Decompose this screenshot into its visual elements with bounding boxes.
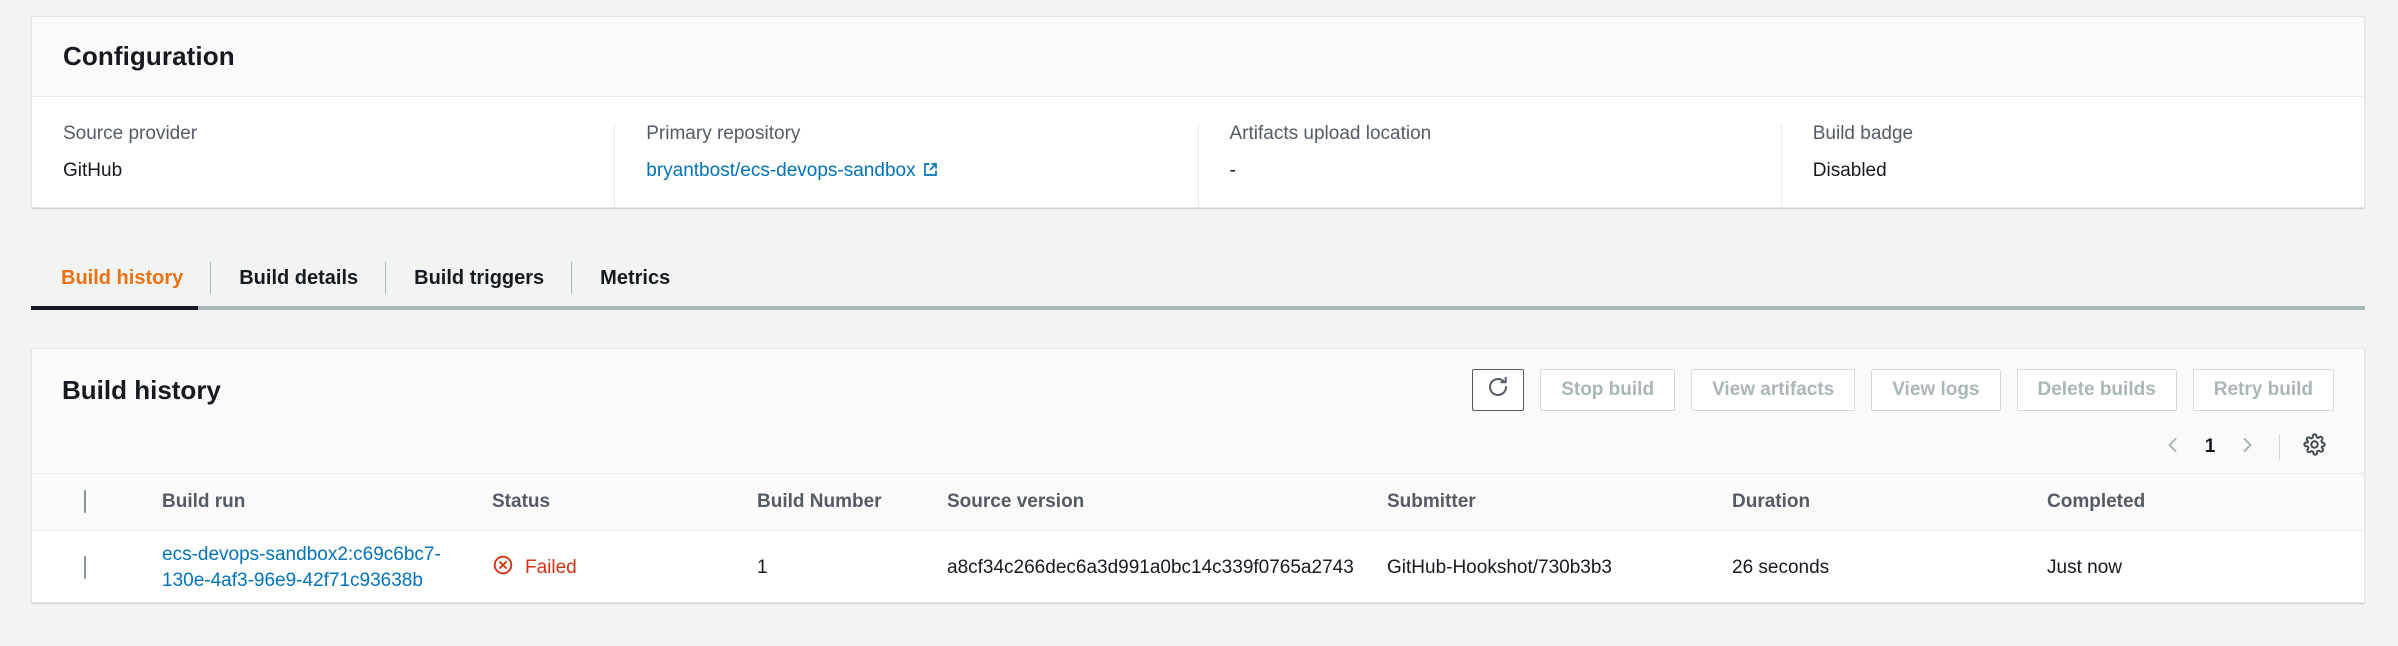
config-label-primary-repository: Primary repository xyxy=(646,123,801,144)
source-version-value: a8cf34c266dec6a3d991a0bc14c339f0765a2743 xyxy=(947,557,1354,579)
tab-build-details-label: Build details xyxy=(239,266,359,289)
row-select-cell xyxy=(32,530,162,602)
tab-build-details[interactable]: Build details xyxy=(211,250,387,306)
config-value-build-badge: Disabled xyxy=(1812,159,1887,181)
table-header-completed: Completed xyxy=(2047,473,2364,531)
cell-completed: Just now xyxy=(2047,530,2364,602)
pagination: 1 xyxy=(62,421,2334,473)
configuration-title: Configuration xyxy=(63,41,235,71)
cell-duration: 26 seconds xyxy=(1732,530,2047,602)
config-field-build-badge: Build badge Disabled xyxy=(1780,123,2364,207)
refresh-icon xyxy=(1486,375,1510,405)
build-history-card: Build history Stop build View artifacts … xyxy=(31,348,2365,603)
table-header: Build run Status Build Number Source ver… xyxy=(32,473,2364,531)
tab-active-indicator xyxy=(31,306,198,310)
status-badge: Failed xyxy=(492,554,757,582)
chevron-left-icon xyxy=(2163,435,2183,460)
primary-repository-link[interactable]: bryantbost/ecs-devops-sandbox xyxy=(646,160,915,181)
table-header-source-version: Source version xyxy=(947,473,1387,531)
cell-build-number: 1 xyxy=(757,530,947,602)
table-header-select-all xyxy=(32,473,162,531)
table-header-build-number: Build Number xyxy=(757,473,947,531)
delete-builds-button[interactable]: Delete builds xyxy=(2016,369,2177,411)
config-field-primary-repository: Primary repository bryantbost/ecs-devops… xyxy=(614,123,1197,207)
chevron-right-icon xyxy=(2237,435,2257,460)
config-value-artifacts-upload-location: - xyxy=(1229,159,1236,181)
stop-build-button[interactable]: Stop build xyxy=(1540,369,1676,411)
config-label-build-badge: Build badge xyxy=(1812,123,1914,144)
pagination-divider xyxy=(2279,434,2280,460)
build-history-toolbar: Build history Stop build View artifacts … xyxy=(62,349,2334,421)
pagination-next-button[interactable] xyxy=(2225,425,2269,469)
view-artifacts-button[interactable]: View artifacts xyxy=(1691,369,1856,411)
table-header-build-run: Build run xyxy=(162,473,492,531)
config-value-primary-repository: bryantbost/ecs-devops-sandbox xyxy=(646,160,1166,185)
tab-metrics-label: Metrics xyxy=(600,266,671,289)
build-history-table: Build run Status Build Number Source ver… xyxy=(32,473,2364,602)
table-header-status: Status xyxy=(492,473,757,531)
pagination-page-1[interactable]: 1 xyxy=(2195,436,2225,458)
config-field-source-provider: Source provider GitHub xyxy=(32,123,614,207)
cell-source-version: a8cf34c266dec6a3d991a0bc14c339f0765a2743 xyxy=(947,530,1387,602)
config-field-artifacts-upload-location: Artifacts upload location - xyxy=(1197,123,1781,207)
status-label: Failed xyxy=(525,557,577,578)
tab-bar: Build history Build details Build trigge… xyxy=(31,250,2365,312)
tab-metrics[interactable]: Metrics xyxy=(572,250,698,306)
pagination-prev-button[interactable] xyxy=(2151,425,2195,469)
table-row: ecs-devops-sandbox2:c69c6bc7-130e-4af3-9… xyxy=(32,530,2364,602)
tab-build-triggers-label: Build triggers xyxy=(414,266,545,289)
table-header-submitter: Submitter xyxy=(1387,473,1732,531)
gear-icon xyxy=(2302,432,2327,462)
build-run-link[interactable]: ecs-devops-sandbox2:c69c6bc7-130e-4af3-9… xyxy=(162,542,442,593)
tab-build-triggers[interactable]: Build triggers xyxy=(386,250,573,306)
build-history-title: Build history xyxy=(62,374,221,405)
tab-underline xyxy=(31,306,2365,310)
retry-build-button[interactable]: Retry build xyxy=(2192,369,2334,411)
toolbar-actions: Stop build View artifacts View logs Dele… xyxy=(1472,369,2334,411)
table-header-row: Build run Status Build Number Source ver… xyxy=(32,473,2364,531)
tab-build-history-label: Build history xyxy=(61,266,184,289)
view-logs-button[interactable]: View logs xyxy=(1871,369,2001,411)
config-value-source-provider: GitHub xyxy=(63,159,123,181)
configuration-header: Configuration xyxy=(32,17,2364,97)
build-history-header: Build history Stop build View artifacts … xyxy=(32,349,2364,473)
row-checkbox[interactable] xyxy=(84,556,86,579)
error-circle-icon xyxy=(492,554,514,582)
config-label-source-provider: Source provider xyxy=(63,123,198,144)
page-root: Configuration Source provider GitHub Pri… xyxy=(0,0,2398,646)
table-preferences-button[interactable] xyxy=(2294,427,2334,467)
table-body: ecs-devops-sandbox2:c69c6bc7-130e-4af3-9… xyxy=(32,530,2364,602)
refresh-button[interactable] xyxy=(1472,369,1525,411)
config-label-artifacts-upload-location: Artifacts upload location xyxy=(1229,123,1432,144)
configuration-body: Source provider GitHub Primary repositor… xyxy=(32,97,2364,207)
external-link-icon[interactable] xyxy=(922,161,939,185)
cell-status: Failed xyxy=(492,530,757,602)
tab-list: Build history Build details Build trigge… xyxy=(31,250,2365,307)
cell-build-run: ecs-devops-sandbox2:c69c6bc7-130e-4af3-9… xyxy=(162,530,492,602)
cell-submitter: GitHub-Hookshot/730b3b3 xyxy=(1387,530,1732,602)
tab-build-history[interactable]: Build history xyxy=(31,250,212,306)
table-header-duration: Duration xyxy=(1732,473,2047,531)
configuration-card: Configuration Source provider GitHub Pri… xyxy=(31,16,2365,208)
select-all-checkbox[interactable] xyxy=(84,490,86,513)
